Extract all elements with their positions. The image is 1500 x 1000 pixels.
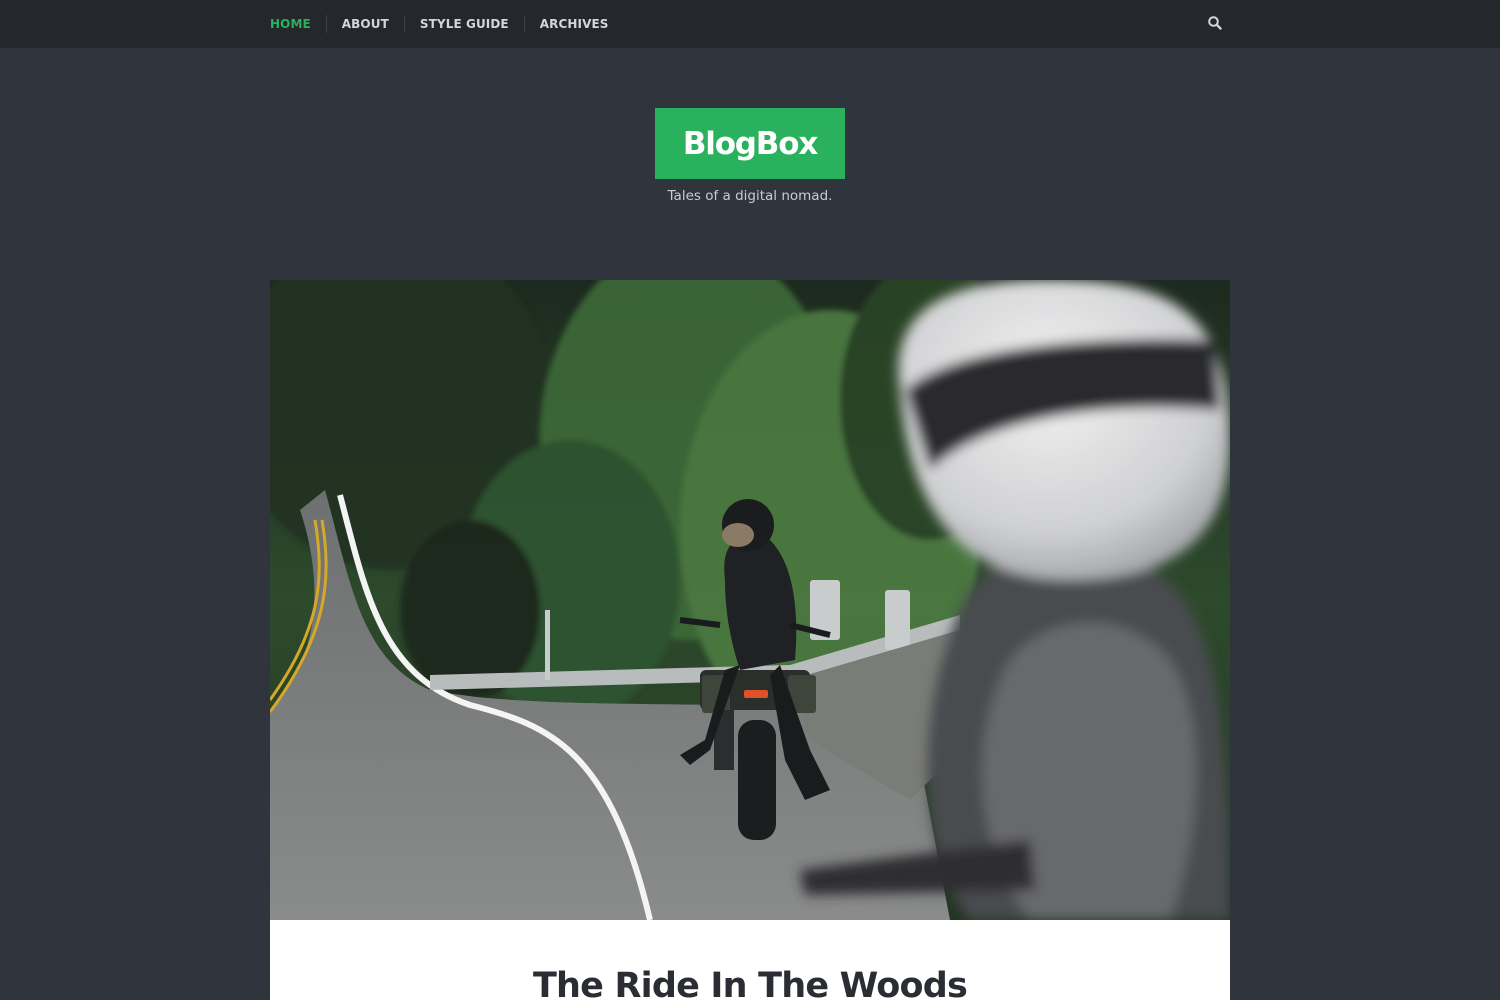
post-card: The Ride In The Woods	[270, 920, 1230, 1000]
nav-item-style-guide[interactable]: STYLE GUIDE	[420, 17, 509, 31]
site-logo[interactable]: BlogBox	[655, 108, 845, 179]
nav-divider	[403, 15, 405, 33]
post-title[interactable]: The Ride In The Woods	[270, 966, 1230, 1000]
nav-divider	[325, 15, 327, 33]
search-icon[interactable]	[1207, 15, 1223, 31]
site-tagline: Tales of a digital nomad.	[667, 188, 833, 204]
nav-item-home[interactable]: HOME	[270, 17, 311, 31]
site-title: BlogBox	[682, 125, 818, 162]
featured-image[interactable]	[270, 280, 1230, 920]
top-navigation-bar: HOME ABOUT STYLE GUIDE ARCHIVES	[0, 0, 1500, 48]
main-menu: HOME ABOUT STYLE GUIDE ARCHIVES	[270, 0, 609, 48]
nav-item-about[interactable]: ABOUT	[342, 17, 389, 31]
nav-item-archives[interactable]: ARCHIVES	[540, 17, 609, 31]
nav-divider	[523, 15, 525, 33]
